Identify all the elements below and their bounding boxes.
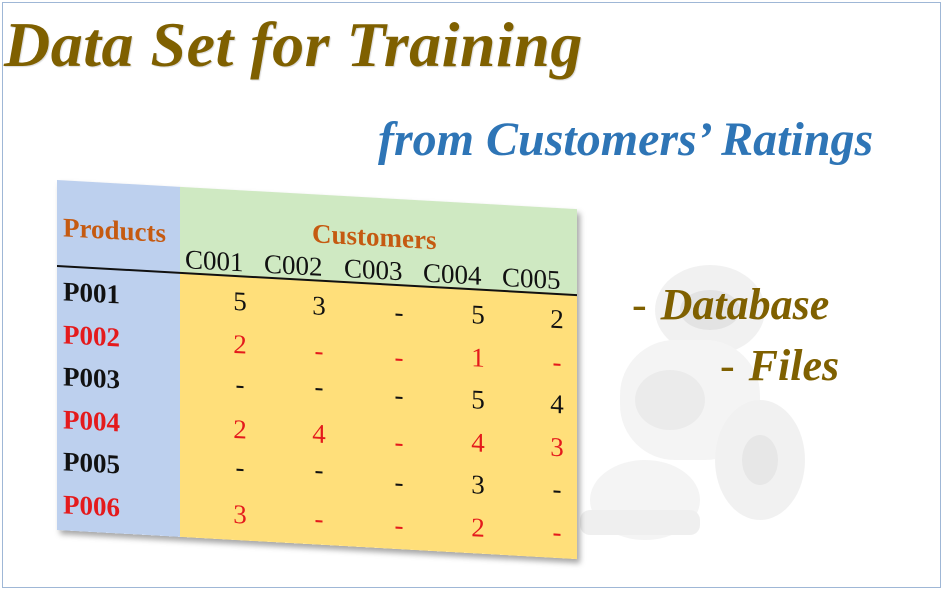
rating-cell: - — [394, 466, 404, 498]
rating-cell: 3 — [312, 290, 326, 322]
rating-cell: 5 — [471, 299, 485, 330]
rating-cell: 4 — [550, 388, 564, 420]
product-id: P006 — [63, 488, 120, 523]
product-id: P005 — [63, 446, 120, 480]
rating-cell: - — [394, 509, 404, 540]
rating-cell: 2 — [550, 303, 564, 335]
rating-cell: - — [394, 426, 404, 457]
rating-cell: - — [235, 368, 245, 400]
customer-id: C005 — [502, 261, 561, 296]
rating-cell: 5 — [471, 384, 485, 415]
rating-cell: - — [314, 502, 324, 534]
rating-cell: - — [552, 473, 562, 505]
product-id: P002 — [63, 318, 120, 353]
bullet-dash: - — [720, 341, 735, 390]
rating-cell: 3 — [233, 498, 247, 530]
rating-cell: 2 — [471, 511, 485, 543]
rating-cell: 4 — [471, 426, 485, 458]
rating-cell: - — [394, 296, 404, 328]
rating-cell: - — [314, 454, 324, 485]
rating-cell: 4 — [312, 417, 326, 449]
product-id: P004 — [63, 403, 120, 438]
bullet-label: Database — [660, 280, 830, 329]
rating-cell: 3 — [550, 431, 564, 462]
slide-title: Data Set for Training — [4, 9, 583, 80]
product-id: P003 — [63, 361, 120, 395]
bullet-database: - Database — [632, 279, 829, 330]
rating-cell: 2 — [233, 328, 247, 360]
rating-cell: - — [394, 341, 404, 372]
rating-cell: - — [314, 371, 324, 402]
rating-cell: 3 — [471, 469, 485, 500]
customer-id: C002 — [264, 248, 323, 282]
rating-cell: - — [552, 346, 562, 377]
customer-id: C003 — [344, 253, 403, 287]
bullet-label: Files — [748, 341, 840, 390]
customer-id: C001 — [185, 244, 244, 278]
products-label: Products — [63, 212, 167, 249]
ratings-table: Products Customers C001 C002 C003 C004 C… — [57, 180, 577, 560]
customer-id: C004 — [423, 257, 482, 291]
rating-cell: 1 — [471, 341, 485, 373]
rating-cell: 2 — [233, 413, 247, 445]
bullet-files: - Files — [720, 340, 839, 391]
product-id: P001 — [63, 276, 120, 310]
rating-cell: - — [394, 379, 404, 411]
rating-cell: - — [552, 516, 562, 547]
rating-cell: 5 — [233, 285, 247, 317]
rating-cell: - — [235, 451, 245, 483]
slide-subtitle: from Customers’ Ratings — [378, 113, 874, 166]
bullet-dash: - — [632, 280, 647, 329]
rating-cell: - — [314, 334, 324, 366]
